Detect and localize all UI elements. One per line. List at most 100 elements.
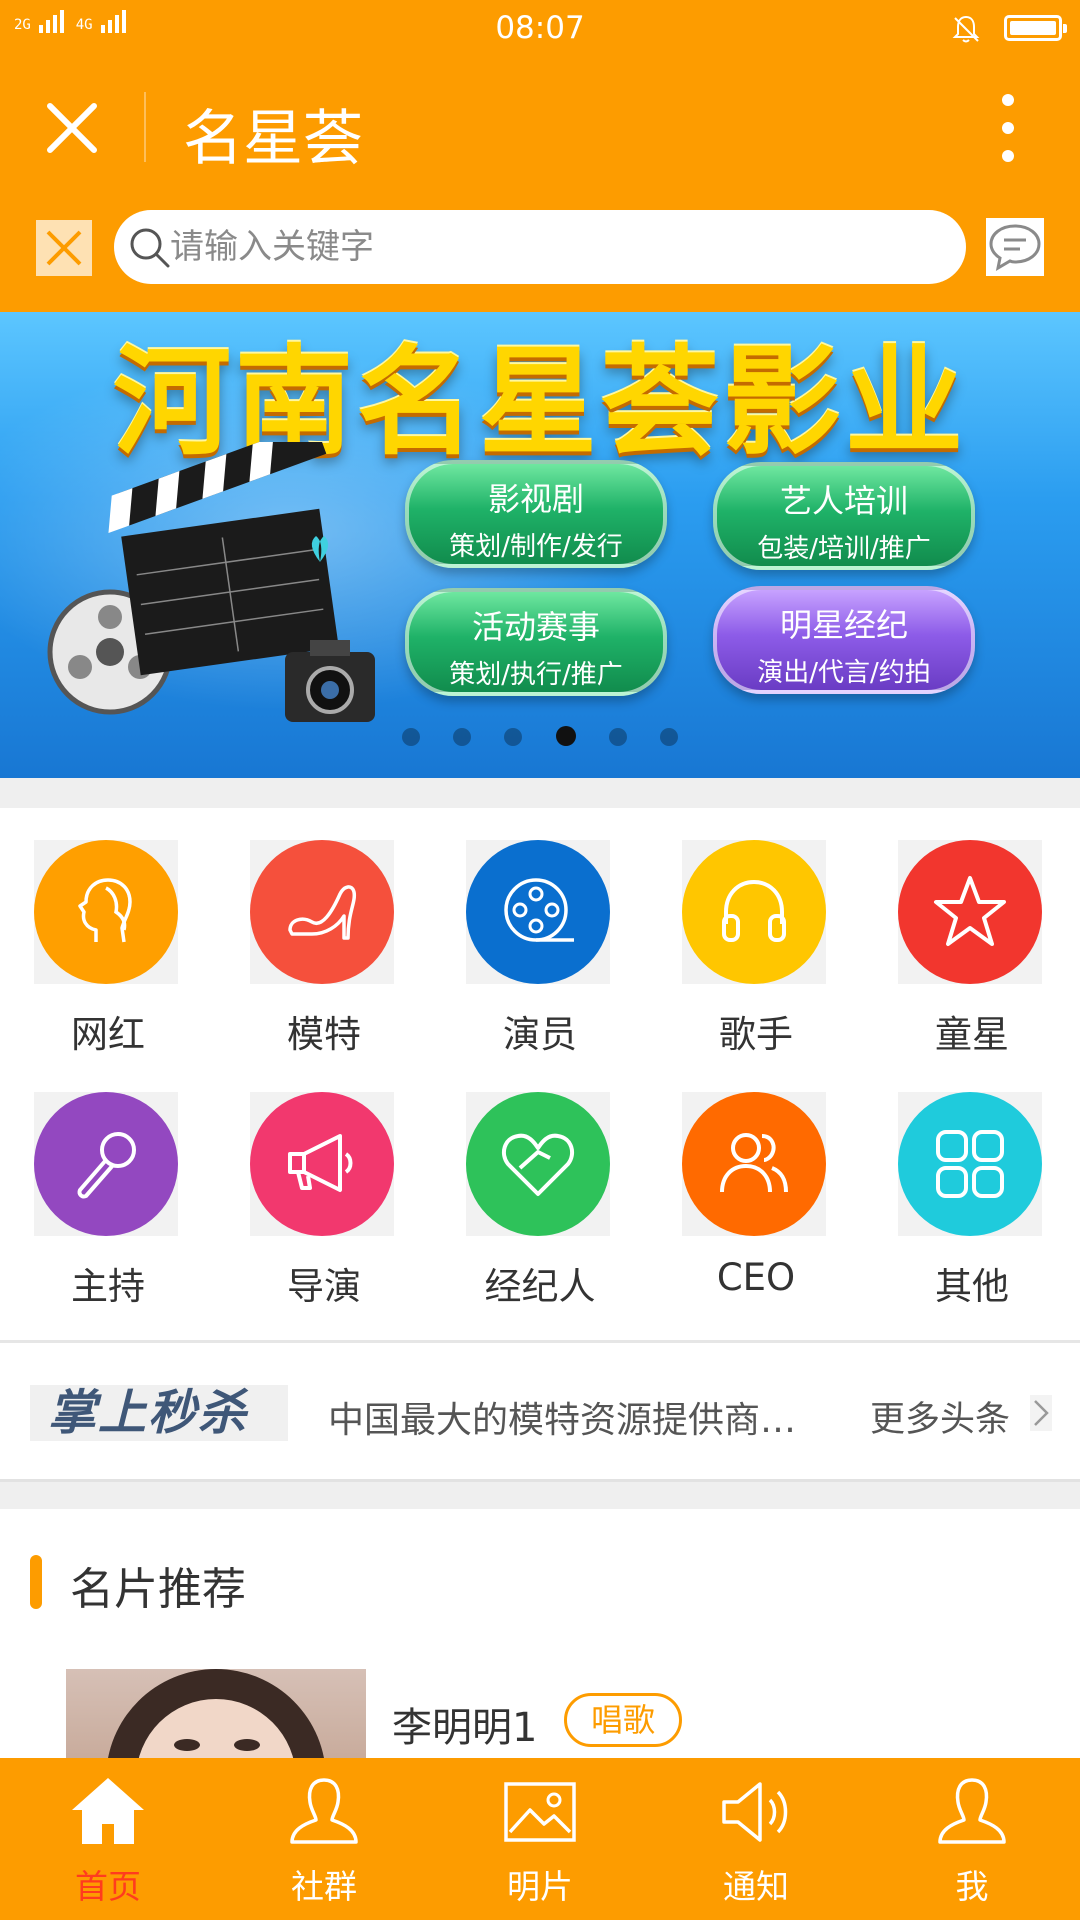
pager-dot-active[interactable] <box>555 726 576 746</box>
pill-title: 影视剧 <box>487 480 584 518</box>
tab-label: 社群 <box>291 1867 357 1906</box>
pill-title: 明星经纪 <box>779 606 908 644</box>
category-model[interactable]: 模特 <box>216 808 432 1056</box>
card-tag-badge: 唱歌 <box>564 1693 683 1747</box>
location-button[interactable] <box>36 220 92 276</box>
category-label: 童星 <box>935 1013 1009 1056</box>
category-label: 模特 <box>287 1013 361 1056</box>
category-icon-circle <box>34 1092 178 1236</box>
pager-dot[interactable] <box>402 728 421 746</box>
category-label: 网红 <box>71 1013 145 1056</box>
banner-pager[interactable] <box>0 726 1080 750</box>
banner-pill-training: 艺人培训 包装/培训/推广 <box>713 462 975 570</box>
tab-label: 明片 <box>507 1867 573 1906</box>
category-label: 演员 <box>503 1013 577 1056</box>
tab-me[interactable]: 我 <box>864 1758 1080 1920</box>
banner-pill-events: 活动赛事 策划/执行/推广 <box>405 588 667 696</box>
tab-cards[interactable]: 明片 <box>432 1758 648 1920</box>
microphone-icon <box>77 1132 136 1199</box>
section-separator <box>0 1479 1080 1509</box>
search-icon <box>130 228 170 268</box>
category-actor[interactable]: 演员 <box>432 808 648 1056</box>
status-time: 08:07 <box>495 10 585 46</box>
category-icon-circle <box>898 1092 1042 1236</box>
chevron-right-icon[interactable] <box>1030 1395 1052 1431</box>
bell-muted-icon <box>952 15 980 43</box>
category-icon-circle <box>898 840 1042 984</box>
search-input[interactable] <box>170 210 930 284</box>
category-icon-circle <box>682 1092 826 1236</box>
promo-banner[interactable]: 河南名星荟影业 影视剧 策划/制作/发行 艺人培训 包装/培训/推广 活动赛事 … <box>0 312 1080 778</box>
category-label: 导演 <box>287 1265 361 1308</box>
header-divider <box>144 92 146 162</box>
pager-dot[interactable] <box>504 728 523 746</box>
close-icon[interactable] <box>40 96 104 160</box>
tab-notifications[interactable]: 通知 <box>648 1758 864 1920</box>
pager-dot[interactable] <box>453 728 472 746</box>
app-header: 名星荟 <box>0 58 1080 198</box>
headline-ticker[interactable]: 掌上秒杀 中国最大的模特资源提供商… 更多头条 <box>0 1343 1080 1479</box>
section-separator <box>0 778 1080 808</box>
search-bar <box>0 198 1080 312</box>
message-button[interactable] <box>986 218 1044 276</box>
high-heel-icon <box>288 885 357 940</box>
pill-title: 艺人培训 <box>779 482 908 520</box>
user-icon <box>938 1778 1006 1844</box>
pill-subtitle: 包装/培训/推广 <box>757 534 931 564</box>
category-grid: 网红 模特 演员 歌手 童星 主持 导演 经纪人 CEO 其他 <box>0 808 1080 1340</box>
home-icon <box>72 1778 144 1844</box>
category-ceo[interactable]: CEO <box>648 1060 864 1300</box>
female-head-icon <box>78 878 132 943</box>
category-label: 歌手 <box>719 1013 793 1056</box>
pager-dot[interactable] <box>659 728 678 746</box>
speaker-icon <box>722 1782 788 1842</box>
category-director[interactable]: 导演 <box>216 1060 432 1308</box>
card-avatar-photo[interactable] <box>66 1669 366 1769</box>
person-icon <box>290 1778 358 1844</box>
pill-subtitle: 策划/制作/发行 <box>449 532 623 562</box>
search-field[interactable] <box>114 210 966 284</box>
picture-icon <box>504 1782 576 1842</box>
tab-community[interactable]: 社群 <box>216 1758 432 1920</box>
card-name[interactable]: 李明明1 <box>392 1695 537 1753</box>
film-reel-icon <box>504 878 574 942</box>
headline-text[interactable]: 中国最大的模特资源提供商… <box>328 1391 838 1443</box>
clapperboard-camera-image <box>47 442 375 722</box>
more-menu-icon[interactable] <box>990 94 1026 164</box>
chat-bubble-icon <box>989 224 1041 271</box>
category-icon-circle <box>250 1092 394 1236</box>
category-label: CEO <box>716 1256 796 1299</box>
status-bar: 2G 4G 08:07 <box>0 0 1080 58</box>
category-host[interactable]: 主持 <box>0 1060 216 1308</box>
category-label: 主持 <box>71 1265 145 1308</box>
category-icon-circle <box>466 840 610 984</box>
category-child-star[interactable]: 童星 <box>864 808 1080 1056</box>
page-title: 名星荟 <box>183 104 363 174</box>
close-icon <box>46 230 82 266</box>
category-label: 经纪人 <box>484 1265 596 1308</box>
heart-icon <box>501 1133 575 1196</box>
more-headlines-link[interactable]: 更多头条 <box>870 1391 1010 1442</box>
category-singer[interactable]: 歌手 <box>648 808 864 1056</box>
battery-icon <box>1004 15 1067 41</box>
pill-subtitle: 演出/代言/约拍 <box>757 658 931 688</box>
people-icon <box>720 1133 788 1193</box>
tab-home[interactable]: 首页 <box>0 1758 216 1920</box>
pill-title: 活动赛事 <box>471 608 600 646</box>
tab-label: 首页 <box>75 1867 141 1906</box>
tab-label: 我 <box>955 1867 989 1906</box>
megaphone-icon <box>288 1134 353 1192</box>
pager-dot[interactable] <box>608 728 627 746</box>
category-icon-circle <box>682 840 826 984</box>
flash-sale-logo: 掌上秒杀 <box>30 1385 288 1441</box>
category-icon-circle <box>466 1092 610 1236</box>
category-influencer[interactable]: 网红 <box>0 808 216 1056</box>
category-other[interactable]: 其他 <box>864 1060 1080 1308</box>
category-agent[interactable]: 经纪人 <box>432 1060 648 1308</box>
banner-pill-agency: 明星经纪 演出/代言/约拍 <box>713 586 975 694</box>
section-title: 名片推荐 <box>70 1564 246 1615</box>
headphones-icon <box>722 879 786 942</box>
category-icon-circle <box>250 840 394 984</box>
section-accent-bar <box>30 1555 42 1609</box>
tab-label: 通知 <box>723 1867 789 1906</box>
